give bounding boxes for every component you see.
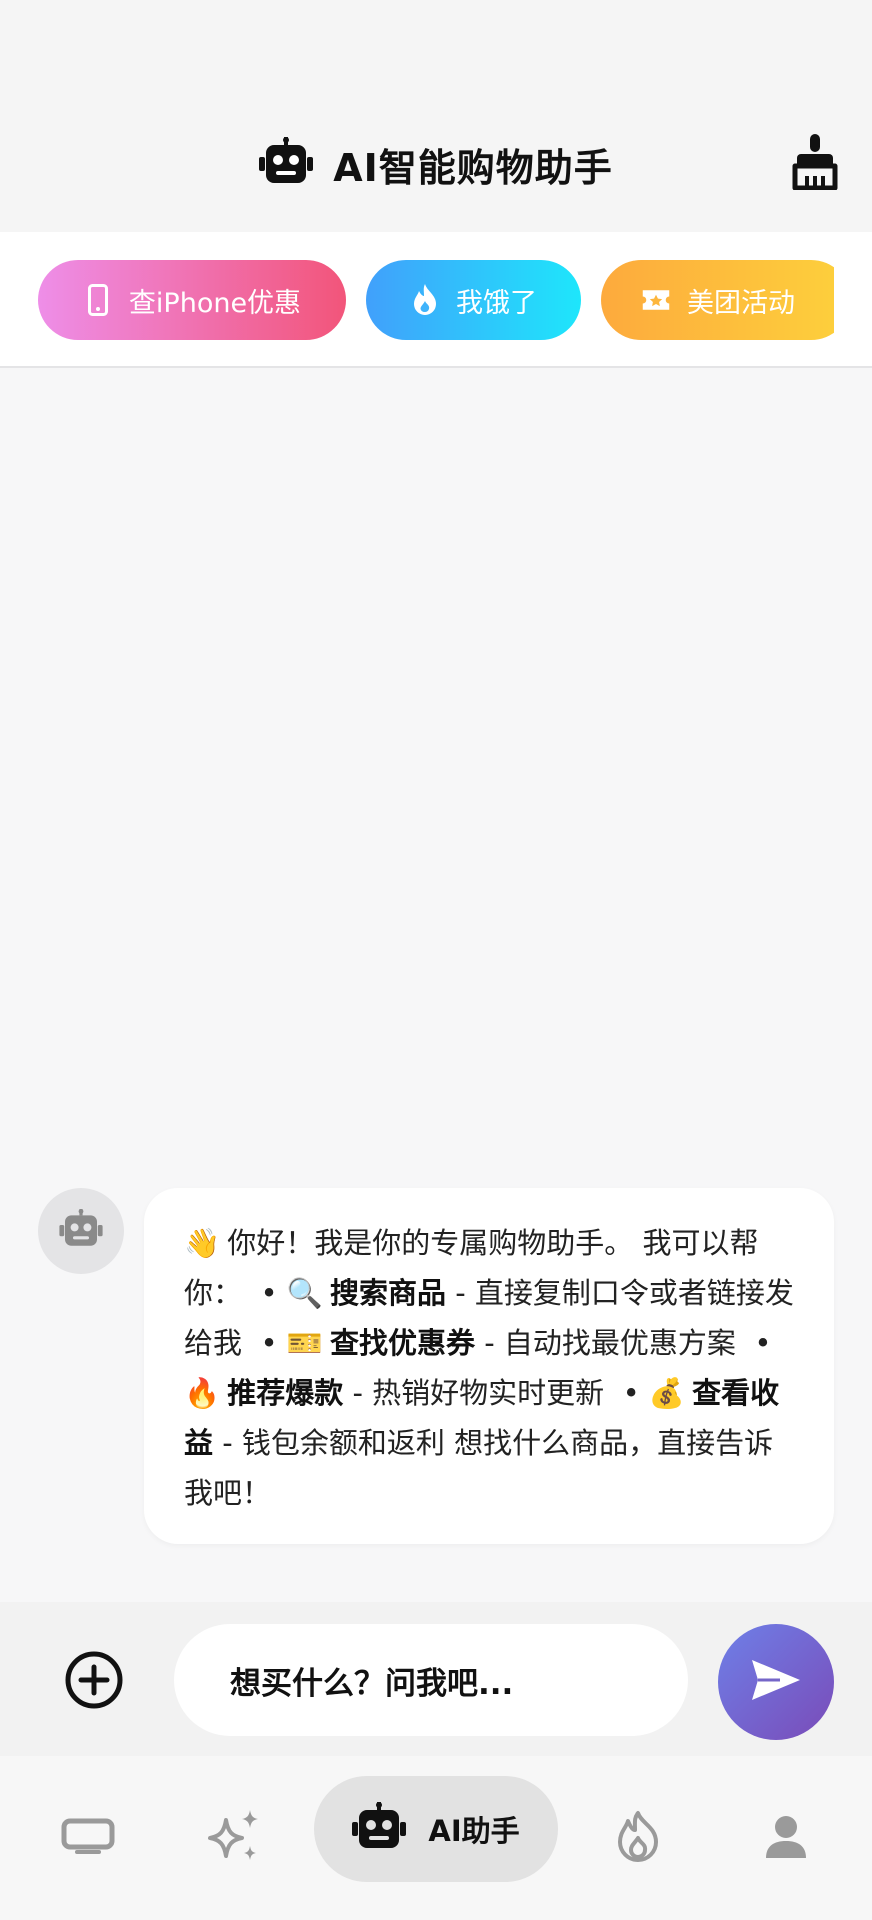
composer-bar: 想买什么？问我吧... (0, 1602, 872, 1756)
fire-icon (616, 1810, 660, 1866)
message-input-placeholder: 想买什么？问我吧... (230, 1665, 514, 1702)
fire-emoji: 🔥 (184, 1376, 221, 1410)
magnifier-emoji: 🔍 (286, 1276, 323, 1310)
chip-iphone-deals[interactable]: 查iPhone优惠 (38, 260, 346, 340)
page-title: AI智能购物助手 (333, 145, 613, 190)
feature-desc: - 钱包余额和返利 (222, 1426, 445, 1460)
user-icon (765, 1814, 807, 1862)
feature-title: 查找优惠券 (330, 1326, 476, 1360)
robot-icon (352, 1802, 407, 1856)
chip-hungry[interactable]: 我饿了 (366, 260, 581, 340)
ticket-icon (641, 283, 671, 317)
header-title-group: AI智能购物助手 (0, 136, 872, 192)
clear-chat-button[interactable] (790, 134, 840, 194)
feature-title: 推荐爆款 (227, 1376, 344, 1410)
robot-icon (259, 137, 314, 191)
feature-desc: - 热销好物实时更新 (352, 1376, 605, 1410)
header: AI智能购物助手 (0, 0, 872, 232)
send-button[interactable] (718, 1624, 834, 1740)
nav-tv[interactable] (40, 1756, 136, 1920)
bot-message-bubble: 👋 你好！我是你的专属购物助手。 我可以帮你： • 🔍 搜索商品 - 直接复制口… (144, 1188, 834, 1544)
broom-icon (792, 134, 838, 194)
money-bag-emoji: 💰 (648, 1376, 686, 1410)
flame-icon (410, 283, 440, 317)
feature-desc: - 自动找最优惠方案 (484, 1326, 736, 1360)
bottom-navigation: AI助手 (0, 1756, 872, 1920)
chip-meituan[interactable]: 美团活动 (601, 260, 834, 340)
chip-label: 查iPhone优惠 (128, 287, 302, 319)
nav-label: AI助手 (428, 1814, 520, 1848)
ticket-emoji: 🎫 (286, 1326, 323, 1360)
add-attachment-button[interactable] (64, 1650, 124, 1710)
chip-label: 美团活动 (687, 287, 795, 319)
sparkles-icon (206, 1808, 262, 1868)
bot-avatar (38, 1188, 124, 1274)
robot-icon (59, 1209, 103, 1253)
quick-actions-bar: 查iPhone优惠 我饿了 美团活动 (0, 232, 872, 368)
message-input[interactable]: 想买什么？问我吧... (174, 1624, 688, 1736)
nav-discover[interactable] (186, 1756, 282, 1920)
nav-ai-assistant[interactable]: AI助手 (314, 1776, 558, 1882)
nav-profile[interactable] (738, 1756, 834, 1920)
feature-title: 搜索商品 (330, 1276, 447, 1310)
phone-icon (83, 283, 113, 317)
nav-hot[interactable] (590, 1756, 686, 1920)
chip-label: 我饿了 (456, 287, 537, 319)
send-icon (750, 1658, 802, 1706)
wave-emoji: 👋 (184, 1226, 221, 1260)
plus-circle-icon (64, 1651, 124, 1714)
tv-icon (61, 1818, 115, 1858)
quick-actions-scroller[interactable]: 查iPhone优惠 我饿了 美团活动 (38, 260, 834, 340)
